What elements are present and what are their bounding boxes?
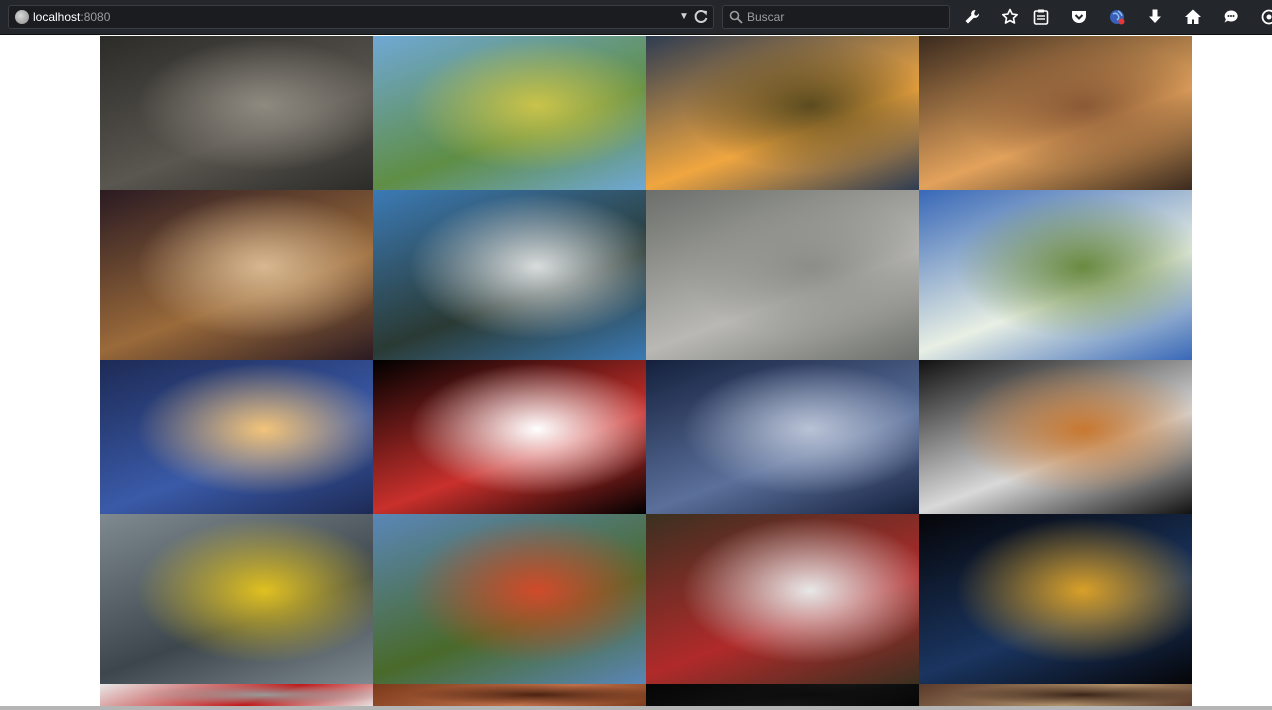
search-box[interactable] — [722, 5, 950, 29]
wallpaper-thumbnail-fractal-spiral[interactable] — [100, 190, 373, 360]
url-port: :8080 — [80, 10, 111, 24]
reading-list-icon[interactable] — [1030, 6, 1052, 28]
wrench-icon[interactable] — [961, 6, 983, 28]
wallpaper-thumbnail-just-do-it-poster[interactable] — [373, 360, 646, 514]
reload-icon[interactable] — [693, 9, 709, 25]
addon-icon[interactable] — [1258, 6, 1272, 28]
chat-icon[interactable] — [1220, 6, 1242, 28]
wallpaper-thumbnail-sunset-field[interactable] — [646, 36, 919, 190]
wallpaper-thumbnail-milky-way-rocks[interactable] — [646, 360, 919, 514]
window-bottom-edge — [0, 706, 1272, 710]
site-identity-icon[interactable] — [15, 10, 29, 24]
wallpaper-thumbnail-mountain-peaks[interactable] — [373, 36, 646, 190]
wallpaper-thumbnail-battlefield-soldiers[interactable] — [919, 514, 1192, 684]
wallpaper-thumbnail-dark-tile[interactable] — [646, 684, 919, 708]
wallpaper-thumbnail-blue-mech-robot[interactable] — [100, 360, 373, 514]
wallpaper-thumbnail-liberty-muscle-car[interactable] — [646, 514, 919, 684]
wallpaper-thumbnail-stone-statue[interactable] — [646, 190, 919, 360]
wallpaper-thumbnail-red-door[interactable] — [100, 684, 373, 708]
wallpaper-thumbnail-tiger-get-shit-done[interactable] — [919, 360, 1192, 514]
bookmark-star-icon[interactable] — [999, 6, 1021, 28]
wallpaper-thumbnail-lily-pads[interactable] — [373, 514, 646, 684]
browser-toolbar: localhost:8080 ▼ — [0, 0, 1272, 35]
pocket-icon[interactable] — [1068, 6, 1090, 28]
wallpaper-thumbnail-lightsaber-workbench[interactable] — [100, 36, 373, 190]
search-icon — [729, 10, 743, 24]
download-icon[interactable] — [1144, 6, 1166, 28]
search-input[interactable] — [747, 9, 943, 25]
wallpaper-thumbnail-interior-room[interactable] — [919, 684, 1192, 708]
home-icon[interactable] — [1182, 6, 1204, 28]
wallpaper-thumbnail-gladiator-robot[interactable] — [919, 36, 1192, 190]
globe-addon-icon[interactable] — [1106, 6, 1128, 28]
wallpaper-thumbnail-ornate-pattern[interactable] — [373, 684, 646, 708]
url-host: localhost — [33, 10, 81, 24]
wallpaper-thumbnail-white-blossoms[interactable] — [919, 190, 1192, 360]
url-bar[interactable]: localhost:8080 ▼ — [8, 5, 714, 29]
url-text[interactable]: localhost:8080 — [33, 10, 110, 24]
wallpaper-thumbnail-laptop-desktop[interactable] — [373, 190, 646, 360]
url-dropdown-icon[interactable]: ▼ — [677, 10, 691, 24]
wallpaper-thumbnail-foggy-road-tree[interactable] — [100, 514, 373, 684]
